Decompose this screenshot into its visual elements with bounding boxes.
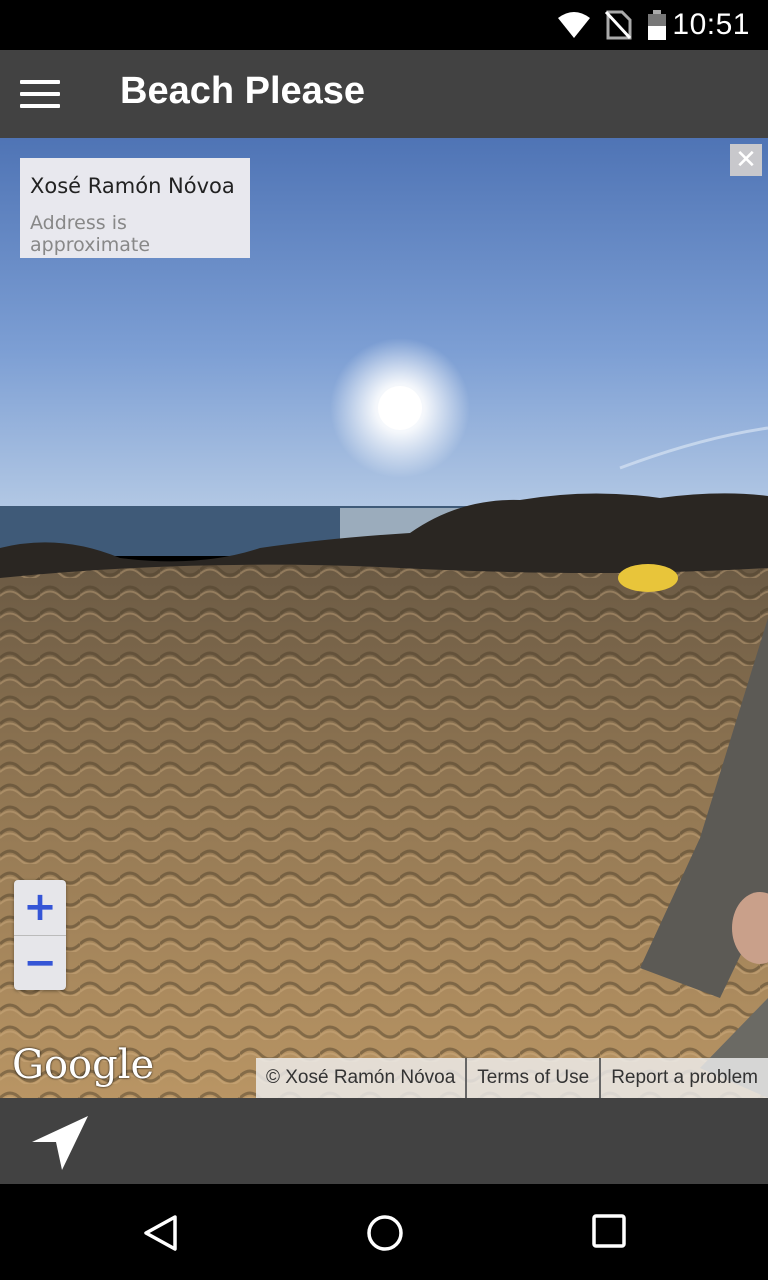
google-logo: Google — [12, 1042, 155, 1088]
address-note: Address is approximate — [30, 212, 151, 256]
status-time: 10:51 — [672, 8, 750, 41]
zoom-control: + − — [14, 880, 66, 990]
beach-panorama-image — [0, 138, 768, 1098]
app-title: Beach Please — [120, 70, 366, 112]
street-view-panorama[interactable]: Xosé Ramón Nóvoa Address is approximate … — [0, 138, 768, 1098]
copyright-text: © Xosé Ramón Nóvoa — [255, 1058, 466, 1098]
back-icon[interactable] — [142, 1214, 178, 1252]
navigation-arrow-icon[interactable] — [30, 1114, 90, 1172]
wifi-icon — [558, 12, 590, 38]
report-problem-link[interactable]: Report a problem — [601, 1058, 768, 1098]
hamburger-menu-icon[interactable] — [20, 80, 60, 108]
system-nav-bar — [0, 1184, 768, 1280]
terms-of-use-link[interactable]: Terms of Use — [467, 1058, 600, 1098]
attribution-bar: © Xosé Ramón Nóvoa Terms of Use Report a… — [255, 1058, 768, 1098]
battery-icon — [648, 10, 666, 40]
contributor-name: Xosé Ramón Nóvoa — [30, 174, 235, 198]
bottom-panel — [0, 1098, 768, 1184]
close-button[interactable]: ✕ — [730, 144, 762, 176]
app-bar: Beach Please — [0, 50, 768, 139]
status-bar: 10:51 — [0, 0, 768, 50]
home-icon[interactable] — [366, 1214, 404, 1252]
recents-icon[interactable] — [592, 1214, 626, 1248]
no-signal-icon — [604, 10, 632, 40]
zoom-out-button[interactable]: − — [14, 936, 66, 991]
zoom-in-button[interactable]: + — [14, 880, 66, 935]
location-info-card[interactable]: Xosé Ramón Nóvoa Address is approximate — [20, 158, 250, 258]
